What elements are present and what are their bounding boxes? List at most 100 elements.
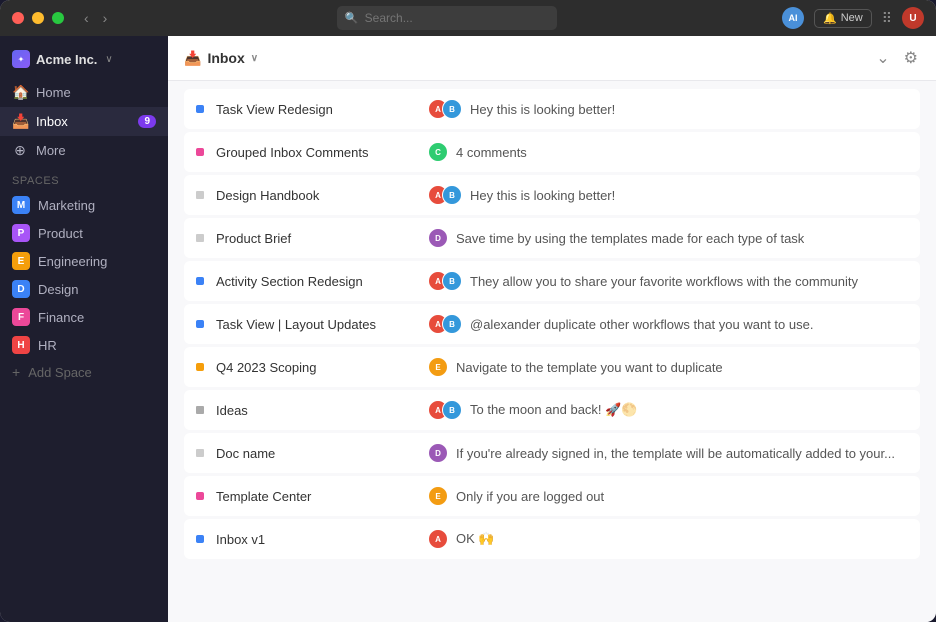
item-content: A OK 🙌 (428, 529, 908, 549)
home-icon: 🏠 (12, 84, 28, 101)
back-button[interactable]: ‹ (80, 8, 93, 28)
add-space-label: Add Space (28, 365, 92, 380)
item-content: A B Hey this is looking better! (428, 99, 908, 119)
sidebar-item-home[interactable]: 🏠 Home (0, 78, 168, 107)
item-message: If you're already signed in, the templat… (456, 446, 895, 461)
item-message: Save time by using the templates made fo… (456, 231, 804, 246)
task-indicator (196, 277, 204, 285)
workspace-chevron-icon: ∨ (105, 54, 112, 65)
table-row[interactable]: Inbox v1 A OK 🙌 (184, 519, 920, 559)
app-body: ✦ Acme Inc. ∨ 🏠 Home 📥 Inbox 9 ⊕ More (0, 36, 936, 622)
avatars: A B (428, 185, 462, 205)
sidebar-item-more[interactable]: ⊕ More (0, 136, 168, 165)
avatar: D (428, 228, 448, 248)
item-message: Hey this is looking better! (470, 102, 615, 117)
sidebar-item-marketing[interactable]: M Marketing (0, 191, 168, 219)
user-avatar[interactable]: U (902, 7, 924, 29)
add-icon: + (12, 364, 20, 380)
workspace-header[interactable]: ✦ Acme Inc. ∨ (0, 44, 168, 74)
search-input[interactable] (337, 6, 557, 30)
sidebar-nav: 🏠 Home 📥 Inbox 9 ⊕ More (0, 78, 168, 165)
engineering-label: Engineering (38, 254, 107, 269)
maximize-button[interactable] (52, 12, 64, 24)
sidebar-item-hr[interactable]: H HR (0, 331, 168, 359)
header-actions: ⌄ ⚙ (874, 46, 920, 70)
finance-label: Finance (38, 310, 84, 325)
item-content: A B They allow you to share your favorit… (428, 271, 908, 291)
add-space-button[interactable]: + Add Space (0, 359, 168, 385)
avatar: E (428, 357, 448, 377)
avatar: B (442, 99, 462, 119)
inbox-badge: 9 (138, 115, 156, 128)
inbox-icon: 📥 (12, 113, 28, 130)
inbox-chevron-icon[interactable]: ∨ (251, 53, 258, 64)
ai-badge[interactable]: AI (782, 7, 804, 29)
avatar: A (428, 529, 448, 549)
item-message: To the moon and back! 🚀🌕 (470, 402, 638, 418)
table-row[interactable]: Task View | Layout Updates A B @alexande… (184, 304, 920, 344)
table-row[interactable]: Ideas A B To the moon and back! 🚀🌕 (184, 390, 920, 430)
sort-button[interactable]: ⌄ (874, 46, 891, 70)
item-title: Task View Redesign (216, 102, 416, 117)
doc-indicator (196, 234, 204, 242)
hr-label: HR (38, 338, 57, 353)
table-row[interactable]: Design Handbook A B Hey this is looking … (184, 175, 920, 215)
task-indicator (196, 535, 204, 543)
avatars: D (428, 443, 448, 463)
item-title: Product Brief (216, 231, 416, 246)
table-row[interactable]: Grouped Inbox Comments C 4 comments (184, 132, 920, 172)
nav-arrows: ‹ › (80, 8, 111, 28)
item-content: E Only if you are logged out (428, 486, 908, 506)
finance-dot: F (12, 308, 30, 326)
sidebar-item-product[interactable]: P Product (0, 219, 168, 247)
item-message: 4 comments (456, 145, 527, 160)
avatars: A B (428, 271, 462, 291)
item-content: A B Hey this is looking better! (428, 185, 908, 205)
item-title: Task View | Layout Updates (216, 317, 416, 332)
item-message: Hey this is looking better! (470, 188, 615, 203)
sidebar-item-design[interactable]: D Design (0, 275, 168, 303)
design-label: Design (38, 282, 78, 297)
item-title: Activity Section Redesign (216, 274, 416, 289)
sidebar-item-finance[interactable]: F Finance (0, 303, 168, 331)
table-row[interactable]: Task View Redesign A B Hey this is looki… (184, 89, 920, 129)
avatar: D (428, 443, 448, 463)
new-button[interactable]: 🔔 New (814, 9, 872, 28)
item-message: Only if you are logged out (456, 489, 604, 504)
grid-icon[interactable]: ⠿ (882, 10, 892, 27)
sidebar: ✦ Acme Inc. ∨ 🏠 Home 📥 Inbox 9 ⊕ More (0, 36, 168, 622)
forward-button[interactable]: › (99, 8, 112, 28)
inbox-list: Task View Redesign A B Hey this is looki… (168, 81, 936, 622)
sidebar-item-engineering[interactable]: E Engineering (0, 247, 168, 275)
item-message: Navigate to the template you want to dup… (456, 360, 723, 375)
table-row[interactable]: Template Center E Only if you are logged… (184, 476, 920, 516)
sidebar-more-label: More (36, 143, 66, 158)
avatars: D (428, 228, 448, 248)
inbox-header-icon: 📥 (184, 50, 201, 67)
item-title: Q4 2023 Scoping (216, 360, 416, 375)
avatar: B (442, 185, 462, 205)
table-row[interactable]: Product Brief D Save time by using the t… (184, 218, 920, 258)
avatars: E (428, 486, 448, 506)
titlebar: ‹ › 🔍 AI 🔔 New ⠿ U (0, 0, 936, 36)
marketing-dot: M (12, 196, 30, 214)
bell-icon: 🔔 (823, 12, 837, 25)
task-indicator (196, 492, 204, 500)
sidebar-item-inbox[interactable]: 📥 Inbox 9 (0, 107, 168, 136)
inbox-title: 📥 Inbox ∨ (184, 50, 258, 67)
hr-dot: H (12, 336, 30, 354)
minimize-button[interactable] (32, 12, 44, 24)
app-window: ‹ › 🔍 AI 🔔 New ⠿ U ✦ Acme Inc. ∨ (0, 0, 936, 622)
table-row[interactable]: Q4 2023 Scoping E Navigate to the templa… (184, 347, 920, 387)
main-content: 📥 Inbox ∨ ⌄ ⚙ Task View Redesign A (168, 36, 936, 622)
table-row[interactable]: Activity Section Redesign A B They allow… (184, 261, 920, 301)
design-dot: D (12, 280, 30, 298)
table-row[interactable]: Doc name D If you're already signed in, … (184, 433, 920, 473)
close-button[interactable] (12, 12, 24, 24)
item-title: Template Center (216, 489, 416, 504)
product-dot: P (12, 224, 30, 242)
workspace-icon: ✦ (12, 50, 30, 68)
sidebar-home-label: Home (36, 85, 71, 100)
settings-button[interactable]: ⚙ (902, 46, 920, 70)
product-label: Product (38, 226, 83, 241)
